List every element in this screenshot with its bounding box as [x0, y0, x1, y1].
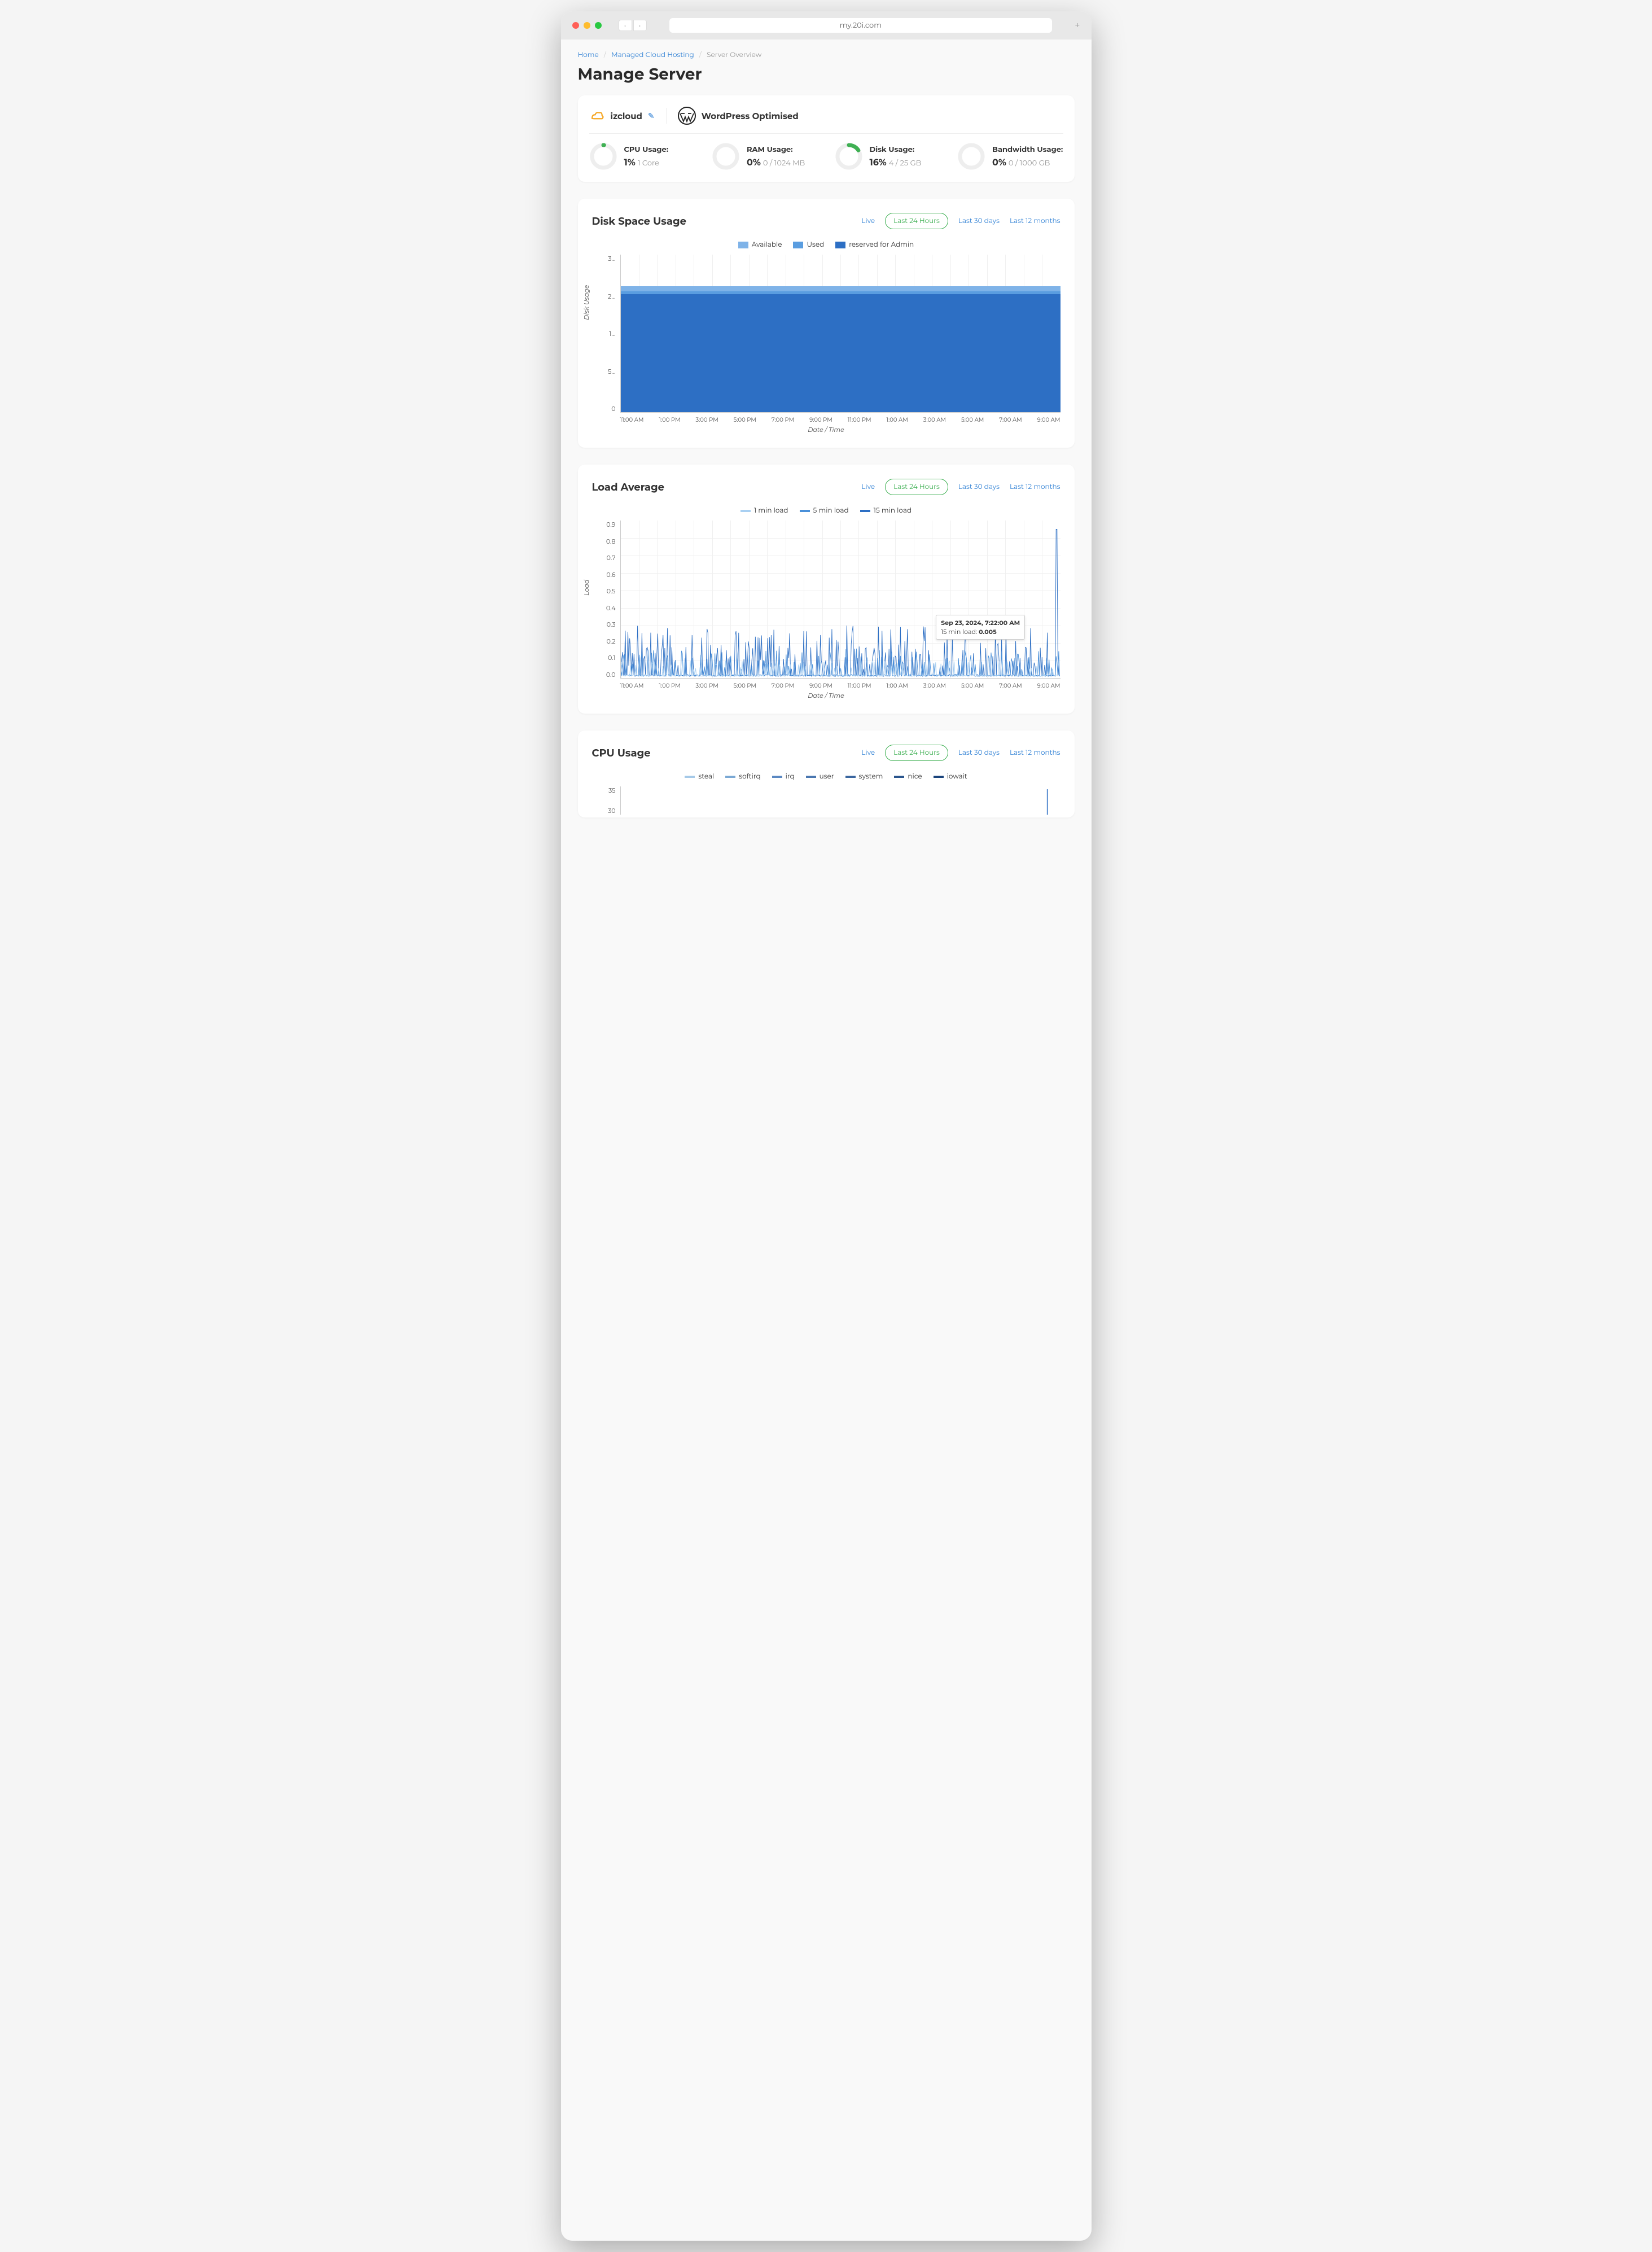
- close-window-button[interactable]: [572, 22, 579, 29]
- stat-disk: Disk Usage: 16%4 / 25 GB: [835, 142, 941, 170]
- filter-24h[interactable]: Last 24 Hours: [885, 479, 948, 495]
- filter-30d[interactable]: Last 30 days: [958, 749, 1000, 757]
- filter-live[interactable]: Live: [861, 749, 875, 757]
- load-tooltip: Sep 23, 2024, 7:22:00 AM 15 min load: 0.…: [936, 615, 1025, 640]
- filter-30d[interactable]: Last 30 days: [958, 217, 1000, 225]
- filter-live[interactable]: Live: [861, 217, 875, 225]
- load-plot-area[interactable]: Sep 23, 2024, 7:22:00 AM 15 min load: 0.…: [620, 521, 1061, 679]
- filter-24h[interactable]: Last 24 Hours: [885, 745, 948, 761]
- filter-12m[interactable]: Last 12 months: [1010, 483, 1061, 491]
- cpu-donut-icon: [589, 142, 617, 170]
- wordpress-icon: [678, 107, 696, 125]
- cpu-chart-card: CPU Usage Live Last 24 Hours Last 30 day…: [578, 731, 1075, 817]
- stat-ram: RAM Usage: 0%0 / 1024 MB: [712, 142, 818, 170]
- nav-forward-button[interactable]: ›: [633, 20, 647, 31]
- breadcrumb-home[interactable]: Home: [578, 51, 599, 59]
- disk-chart-card: Disk Space Usage Live Last 24 Hours Last…: [578, 199, 1075, 448]
- new-tab-button[interactable]: +: [1075, 20, 1080, 31]
- filter-24h[interactable]: Last 24 Hours: [885, 213, 948, 229]
- bandwidth-donut-icon: [957, 142, 985, 170]
- url-bar[interactable]: my.20i.com: [669, 18, 1053, 33]
- server-name: izcloud: [611, 111, 642, 121]
- nav-back-button[interactable]: ‹: [619, 20, 632, 31]
- stat-cpu: CPU Usage: 1%1 Core: [589, 142, 695, 170]
- breadcrumb-current: Server Overview: [707, 51, 761, 59]
- page-title: Manage Server: [578, 65, 1075, 84]
- disk-plot-area[interactable]: [620, 255, 1061, 413]
- stat-bandwidth: Bandwidth Usage: 0%0 / 1000 GB: [957, 142, 1063, 170]
- filter-30d[interactable]: Last 30 days: [958, 483, 1000, 491]
- breadcrumb: Home / Managed Cloud Hosting / Server Ov…: [578, 51, 1075, 59]
- cpu-plot-area[interactable]: [620, 786, 1061, 815]
- cloud-logo-icon: [589, 108, 605, 124]
- filter-12m[interactable]: Last 12 months: [1010, 217, 1061, 225]
- edit-icon[interactable]: ✎: [648, 111, 655, 121]
- load-chart-title: Load Average: [592, 481, 664, 493]
- filter-12m[interactable]: Last 12 months: [1010, 749, 1061, 757]
- server-overview-card: izcloud ✎ WordPress Optimised CPU Usage:…: [578, 95, 1075, 182]
- disk-chart-title: Disk Space Usage: [592, 215, 687, 228]
- filter-live[interactable]: Live: [861, 483, 875, 491]
- browser-chrome: ‹ › my.20i.com +: [561, 11, 1092, 40]
- minimize-window-button[interactable]: [584, 22, 590, 29]
- optimised-label: WordPress Optimised: [702, 111, 799, 121]
- disk-donut-icon: [835, 142, 863, 170]
- breadcrumb-managed[interactable]: Managed Cloud Hosting: [611, 51, 694, 59]
- cpu-chart-title: CPU Usage: [592, 747, 651, 759]
- maximize-window-button[interactable]: [595, 22, 602, 29]
- load-chart-card: Load Average Live Last 24 Hours Last 30 …: [578, 465, 1075, 714]
- ram-donut-icon: [712, 142, 740, 170]
